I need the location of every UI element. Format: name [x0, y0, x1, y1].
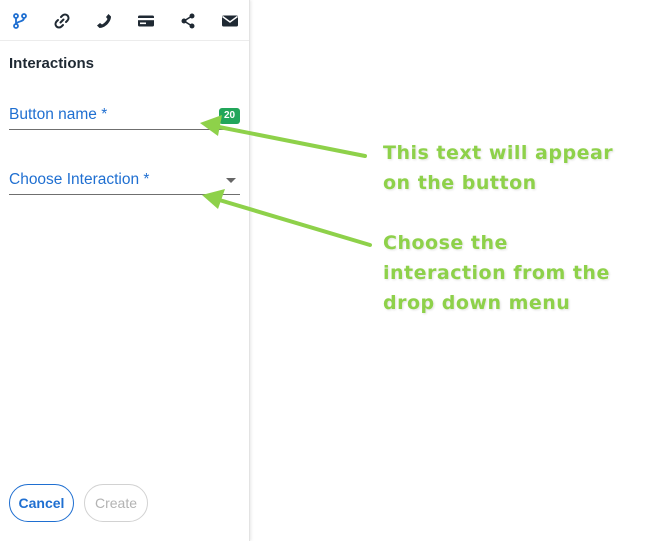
callout-line: This text will appear	[383, 142, 614, 164]
arrow-to-interaction-select	[202, 189, 372, 247]
stage: Interactions Button name * 20 Choose Int…	[0, 0, 654, 541]
arrow-to-button-name	[200, 115, 367, 158]
callout-line: drop down menu	[383, 292, 571, 314]
callout-line: on the button	[383, 172, 537, 194]
button-text-callout: This text will appear on the button	[383, 138, 648, 198]
callout-line: Choose the	[383, 232, 508, 254]
interaction-callout: Choose the interaction from the drop dow…	[383, 228, 648, 318]
callout-line: interaction from the	[383, 262, 610, 284]
